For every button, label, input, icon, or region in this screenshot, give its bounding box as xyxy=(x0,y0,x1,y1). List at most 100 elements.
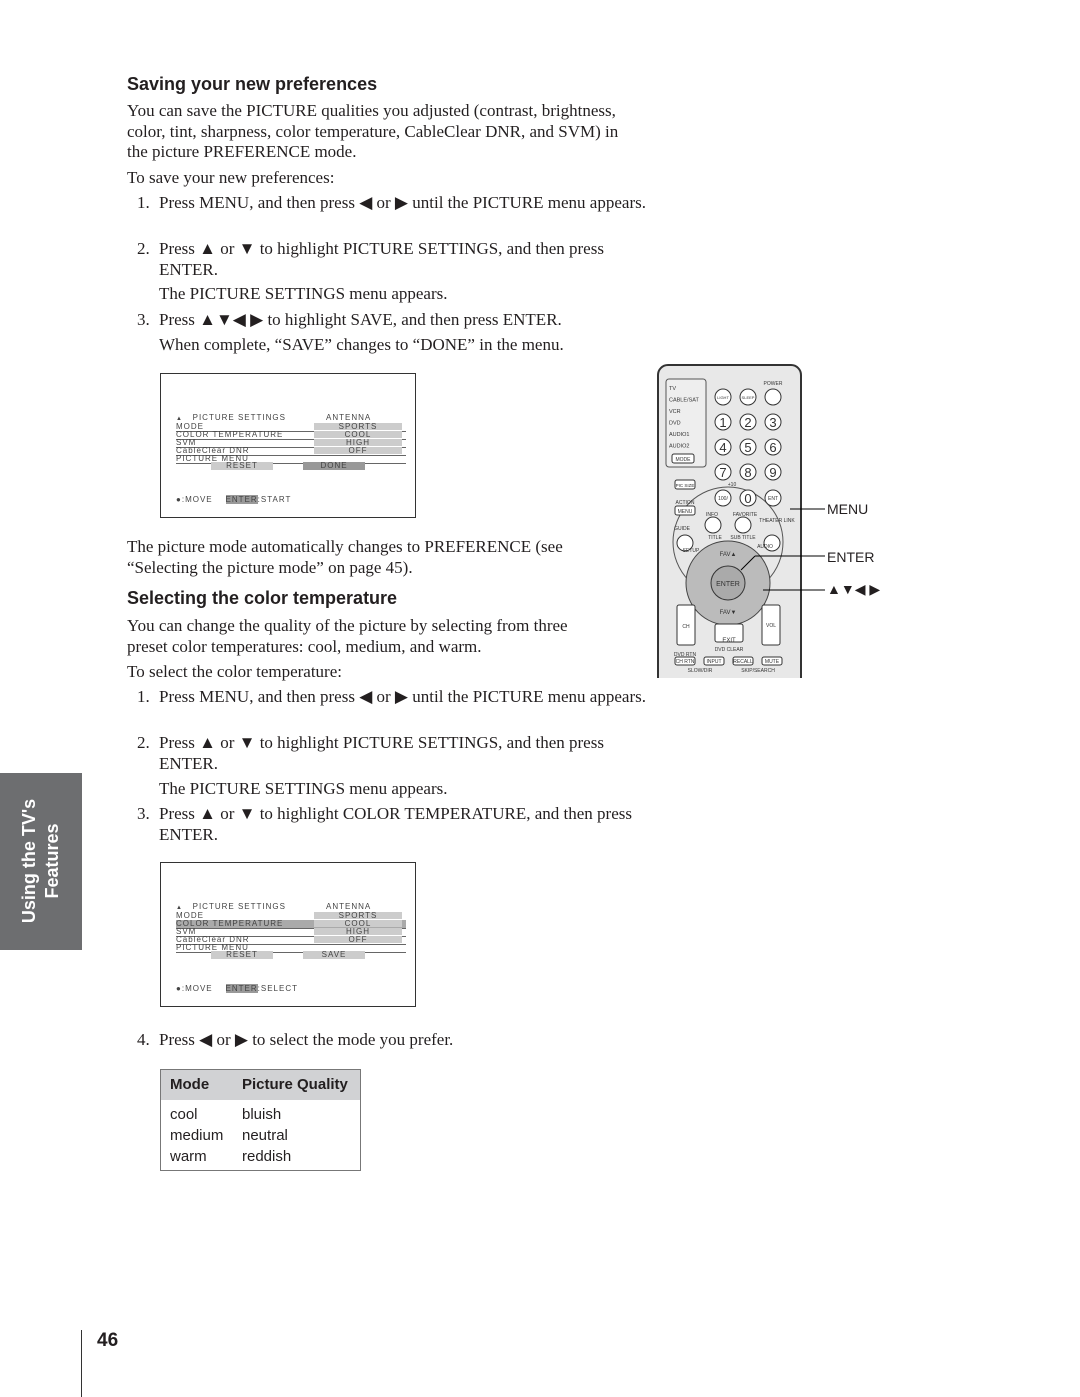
source-label: TV xyxy=(669,386,676,392)
step-note: The PICTURE SETTINGS menu appears. xyxy=(137,284,659,305)
step-text: Press ▲ or ▼ to highlight PICTURE SETTIN… xyxy=(159,239,604,279)
step-note: The PICTURE SETTINGS menu appears. xyxy=(137,779,659,800)
power-button[interactable] xyxy=(764,388,782,406)
side-tab-label: Features xyxy=(42,823,62,899)
exit-label: EXIT xyxy=(722,638,736,644)
info-label: INFO xyxy=(706,512,718,518)
source-label: CABLE/SAT xyxy=(669,398,699,404)
action-button[interactable]: SAVE xyxy=(303,951,365,959)
section-heading: Saving your new preferences xyxy=(127,74,378,94)
menu-row-value: COOL xyxy=(314,431,402,439)
step-number: 1. xyxy=(137,193,150,212)
favorite-button[interactable] xyxy=(734,516,752,534)
cell: warm xyxy=(170,1148,207,1165)
step: 2. Press ▲ or ▼ to highlight PICTURE SETT… xyxy=(137,239,659,280)
menu-callout: MENU xyxy=(827,501,869,517)
ent-label: ENT xyxy=(768,496,778,502)
cell: medium xyxy=(170,1127,224,1144)
menu-row-value: HIGH xyxy=(314,928,402,936)
cell: neutral xyxy=(242,1127,288,1144)
move-hint: :MOVE xyxy=(181,495,213,504)
menu-header: ▲ PICTURE SETTINGS ANTENNA xyxy=(176,902,372,912)
digit-label: 4 xyxy=(719,440,726,455)
audio-label: AUDIO xyxy=(757,544,773,550)
step-text: Press ▲ or ▼ to highlight PICTURE SETTIN… xyxy=(159,733,604,773)
menu-row-value: SPORTS xyxy=(314,423,402,431)
enter-hint: :SELECT xyxy=(257,984,298,993)
table-row: warm reddish xyxy=(161,1146,360,1167)
menu-row-value: OFF xyxy=(314,936,402,944)
enter-callout: ENTER xyxy=(827,549,875,565)
remote-control-illustration: TVCABLE/SATVCRDVDAUDIO1AUDIO2MODEPOWERLI… xyxy=(657,364,825,678)
step-number: 3. xyxy=(137,310,150,329)
subtitle-label: SUB TITLE xyxy=(730,535,756,541)
ch-label: CH xyxy=(682,624,690,630)
menu-row-value: HIGH xyxy=(314,439,402,447)
setup-label: SETUP xyxy=(683,548,700,554)
reset-button[interactable]: RESET xyxy=(211,462,273,470)
reset-button[interactable]: RESET xyxy=(211,951,273,959)
step-text: Press ▲ or ▼ to highlight COLOR TEMPERAT… xyxy=(159,804,632,844)
paragraph: You can change the quality of the pictur… xyxy=(127,616,568,656)
cell: cool xyxy=(170,1106,198,1123)
step-text: Press MENU, and then press ◀ or ▶ until … xyxy=(159,687,646,706)
fav-up-label: FAV▲ xyxy=(720,552,737,558)
section-heading: Selecting the color temperature xyxy=(127,588,398,608)
source-label: AUDIO1 xyxy=(669,432,689,438)
enter-key: ENTER xyxy=(225,495,258,504)
step: 4. Press ◀ or ▶ to select the mode you pr… xyxy=(137,1030,659,1051)
enter-key: ENTER xyxy=(225,984,258,993)
step: 1. Press MENU, and then press ◀ or ▶ unti… xyxy=(137,687,659,708)
move-hint: :MOVE xyxy=(181,984,213,993)
theater-label: THEATER LINK xyxy=(759,518,795,524)
step-number: 4. xyxy=(137,1030,150,1049)
menu-label: MENU xyxy=(678,509,693,515)
step-number: 2. xyxy=(137,239,150,258)
menu-row-value: SPORTS xyxy=(314,912,402,920)
color-temperature-table: Mode Picture Quality cool bluish medium neu… xyxy=(160,1069,361,1171)
note: The PICTURE SETTINGS menu appears. xyxy=(159,284,448,303)
page-number: 46 xyxy=(97,1330,119,1351)
mode-label: MODE xyxy=(676,457,692,463)
action-label: ACTION xyxy=(676,500,695,506)
sleep-label: SLEEP xyxy=(742,395,755,400)
input-label: INPUT xyxy=(707,659,722,665)
side-tab-label: Using the TV's xyxy=(19,798,39,924)
step-note: When complete, “SAVE” changes to “DONE” … xyxy=(137,335,659,356)
picture-settings-menu: ▲ PICTURE SETTINGS ANTENNA MODE SPORTS COLOR… xyxy=(160,862,416,1007)
source-label: VCR xyxy=(669,409,681,415)
source-label: DVD xyxy=(669,421,681,427)
digit-label: 3 xyxy=(769,415,776,430)
table-header: Mode Picture Quality xyxy=(161,1070,360,1100)
mute-label: MUTE xyxy=(765,659,780,665)
paragraph: To select the color temperature: xyxy=(127,662,342,681)
dvd-clear-label: DVD CLEAR xyxy=(715,647,744,653)
picture-settings-menu: ▲ PICTURE SETTINGS ANTENNA MODE SPORTS COLOR… xyxy=(160,373,416,518)
header-cell: Mode xyxy=(170,1076,210,1093)
step-number: 3. xyxy=(137,804,150,823)
step: 3. Press ▲▼◀ ▶ to highlight SAVE, and the… xyxy=(137,310,659,331)
digit-label: 5 xyxy=(744,440,751,455)
paragraph: The picture mode automatically changes t… xyxy=(127,537,563,577)
guide-label: GUIDE xyxy=(674,526,691,532)
recall-label: RECALL xyxy=(733,659,753,665)
action-button[interactable]: DONE xyxy=(303,462,365,470)
paragraph: To save your new preferences: xyxy=(127,168,335,187)
menu-footer: ●:MOVE ENTER:SELECT xyxy=(176,984,298,993)
cell: bluish xyxy=(242,1106,282,1123)
step: 1. Press MENU, and then press ◀ or ▶ unti… xyxy=(137,193,659,214)
digit-label: 7 xyxy=(719,465,726,480)
step-text: Press ◀ or ▶ to select the mode you pref… xyxy=(159,1030,454,1049)
paragraph: You can save the PICTURE qualities you a… xyxy=(127,101,619,161)
digit-label: 1 xyxy=(719,415,726,430)
note: The PICTURE SETTINGS menu appears. xyxy=(159,779,448,798)
digit-label: 6 xyxy=(769,440,776,455)
step: 2. Press ▲ or ▼ to highlight PICTURE SETT… xyxy=(137,733,659,774)
menu-row-value: COOL xyxy=(314,920,402,928)
step-number: 1. xyxy=(137,687,150,706)
digit-label: 9 xyxy=(769,465,776,480)
info-button[interactable] xyxy=(704,516,722,534)
enter-label: ENTER xyxy=(716,581,740,588)
zero-label: 0 xyxy=(744,491,751,506)
fav-down-label: FAV▼ xyxy=(720,610,737,616)
